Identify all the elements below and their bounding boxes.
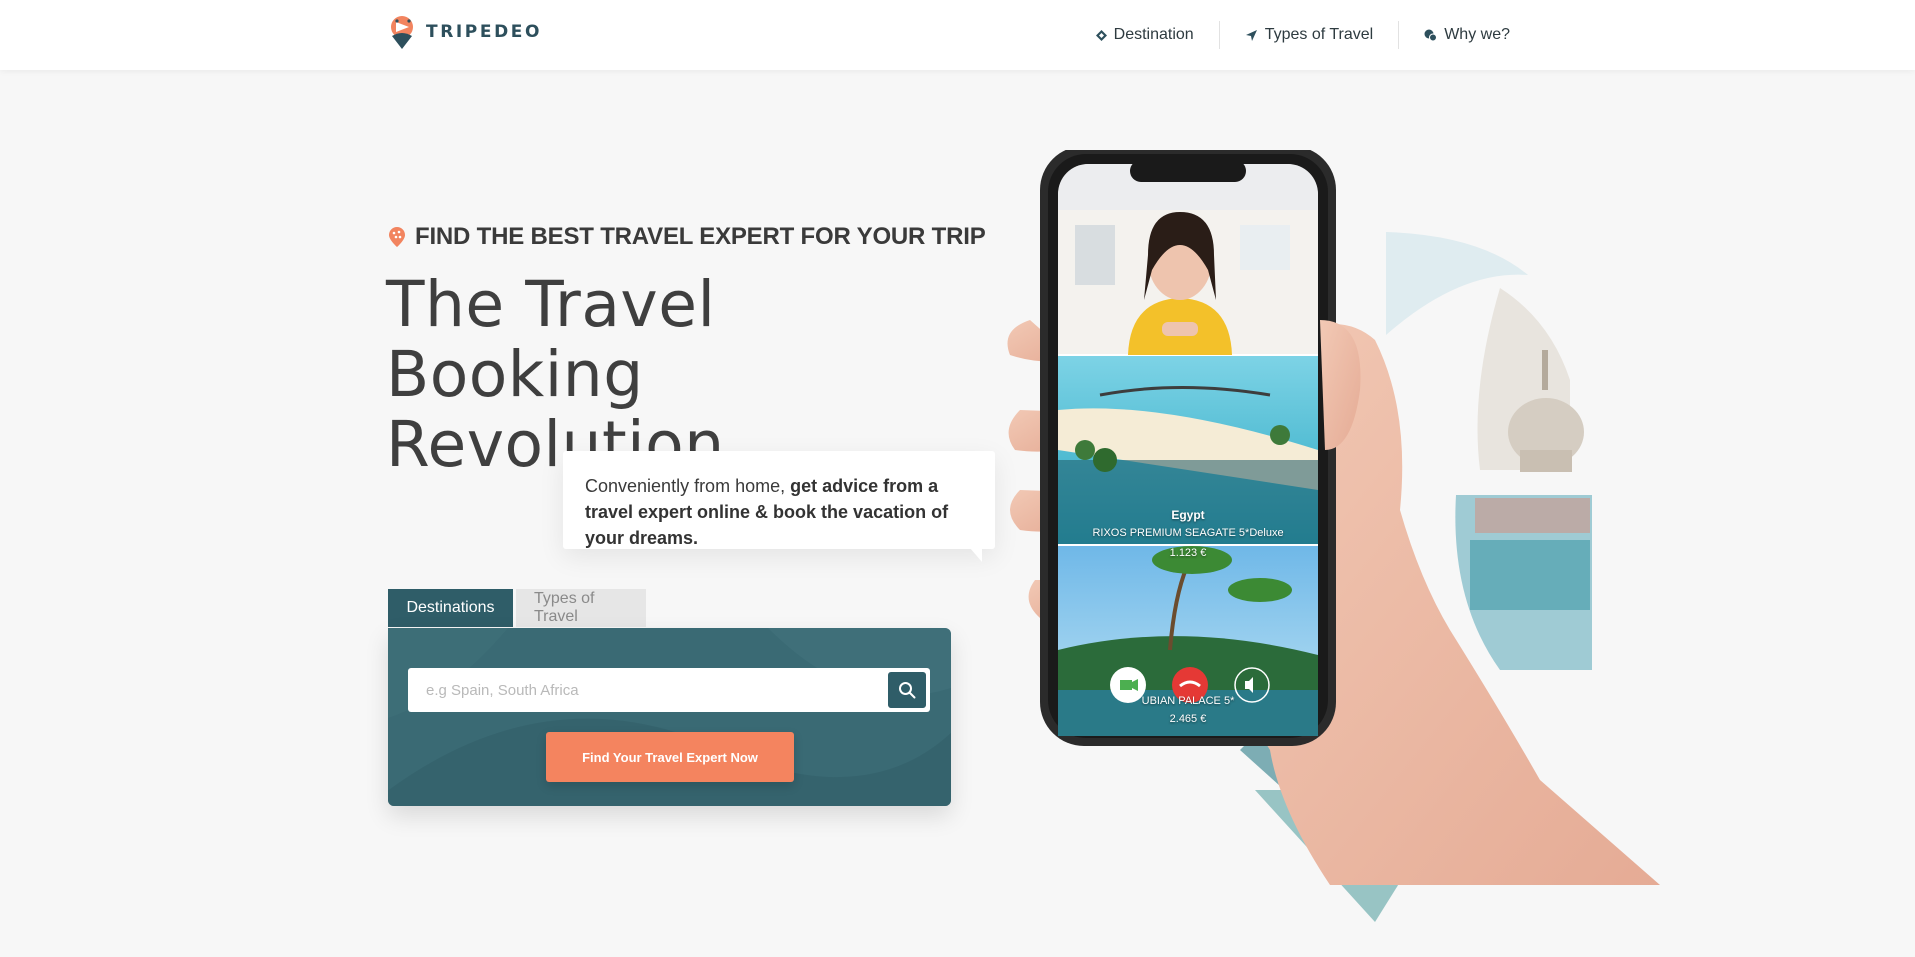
search-input[interactable]: [408, 668, 878, 712]
nav-item-label: Types of Travel: [1264, 26, 1374, 43]
search-button[interactable]: [888, 672, 926, 708]
card2-price: 2.465 €: [1169, 713, 1207, 725]
search-tabs: Destinations Types of Travel: [388, 589, 646, 627]
search-panel: Find Your Travel Expert Now: [388, 628, 951, 806]
find-travel-expert-button[interactable]: Find Your Travel Expert Now: [546, 732, 794, 782]
hero-illustration: Egypt RIXOS PREMIUM SEAGATE 5*Deluxe 1.1…: [980, 146, 1880, 940]
card1-country: Egypt: [1171, 508, 1205, 522]
nav-item-types-of-travel[interactable]: Types of Travel: [1220, 26, 1399, 44]
card2-hotel: UBIAN PALACE 5*: [1141, 695, 1235, 707]
hero-eyebrow: FIND THE BEST TRAVEL EXPERT FOR YOUR TRI…: [388, 223, 986, 251]
search-icon: [899, 682, 916, 699]
nav-item-label: Why we?: [1444, 26, 1510, 43]
chat-icon: [1424, 29, 1438, 41]
video-camera-button[interactable]: [1110, 817, 1146, 853]
page-title: The Travel Booking Revolution: [386, 270, 986, 480]
tab-types-of-travel[interactable]: Types of Travel: [516, 589, 646, 627]
top-navbar: TRIPEDEO Destination Types of Travel Why…: [0, 0, 1915, 70]
search-field: [408, 668, 930, 712]
logo-mark-icon: [391, 16, 413, 49]
location-pin-icon: [389, 227, 405, 247]
nav-item-why-we[interactable]: Why we?: [1399, 26, 1535, 44]
speech-bubble: Conveniently from home, get advice from …: [563, 451, 995, 549]
speaker-button[interactable]: [1235, 817, 1269, 851]
card1-price: 1.123 €: [1169, 547, 1207, 559]
brand-name: TRIPEDEO: [426, 22, 543, 42]
card1-hotel: RIXOS PREMIUM SEAGATE 5*Deluxe: [1092, 527, 1284, 539]
nav-item-label: Destination: [1113, 26, 1194, 43]
end-call-button[interactable]: [1172, 817, 1208, 853]
diamond-icon: [1095, 29, 1107, 41]
eyebrow-text: FIND THE BEST TRAVEL EXPERT FOR YOUR TRI…: [415, 223, 986, 250]
brand-logo[interactable]: TRIPEDEO: [388, 14, 542, 50]
nav-item-destination[interactable]: Destination: [1071, 26, 1219, 44]
main-nav: Destination Types of Travel Why we?: [1071, 0, 1535, 70]
headline-line-1: The Travel Booking: [386, 268, 716, 411]
bubble-plain-text: Conveniently from home,: [585, 476, 791, 496]
plane-icon: [1245, 29, 1257, 41]
tab-destinations[interactable]: Destinations: [388, 589, 513, 627]
